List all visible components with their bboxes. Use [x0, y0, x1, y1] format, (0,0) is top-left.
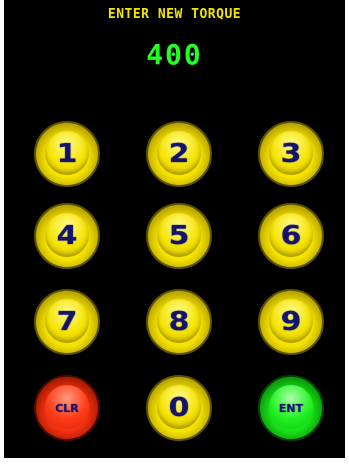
key-1-label: 1: [56, 139, 78, 169]
key-2-button[interactable]: 2: [146, 121, 212, 187]
enter-button[interactable]: ENT: [258, 375, 324, 441]
key-7-button[interactable]: 7: [34, 289, 100, 355]
key-8-label: 8: [168, 307, 190, 337]
key-5-button[interactable]: 5: [146, 203, 212, 269]
key-5-label: 5: [168, 221, 190, 251]
key-0-button[interactable]: 0: [146, 375, 212, 441]
key-3-button[interactable]: 3: [258, 121, 324, 187]
key-2-label: 2: [168, 139, 190, 169]
torque-value-display: 400: [146, 38, 203, 71]
key-8-button[interactable]: 8: [146, 289, 212, 355]
key-4-label: 4: [56, 221, 78, 251]
clear-label: CLR: [55, 401, 79, 415]
key-6-button[interactable]: 6: [258, 203, 324, 269]
prompt-label: ENTER NEW TORQUE: [107, 7, 242, 22]
key-7-label: 7: [56, 307, 78, 337]
key-0-label: 0: [168, 393, 190, 423]
key-4-button[interactable]: 4: [34, 203, 100, 269]
key-9-label: 9: [280, 307, 302, 337]
key-1-button[interactable]: 1: [34, 121, 100, 187]
key-6-label: 6: [280, 221, 302, 251]
key-9-button[interactable]: 9: [258, 289, 324, 355]
enter-label: ENT: [278, 401, 304, 415]
clear-button[interactable]: CLR: [34, 375, 100, 441]
key-3-label: 3: [280, 139, 302, 169]
keypad-panel: ENTER NEW TORQUE 400 1 2 3 4 5 6 7 8 9 C…: [4, 0, 345, 458]
